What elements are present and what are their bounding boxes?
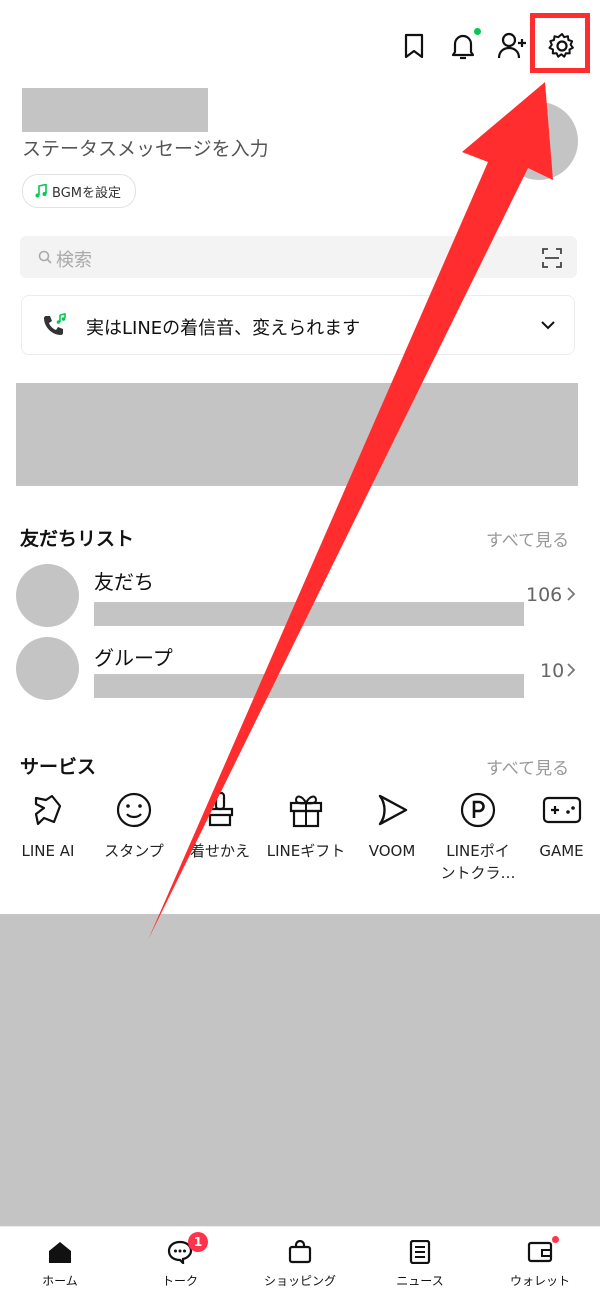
nav-label: ショッピング bbox=[263, 1274, 336, 1288]
shopping-bag-icon bbox=[288, 1239, 312, 1264]
nav-label: ウォレット bbox=[509, 1274, 570, 1288]
nav-wallet[interactable]: ウォレット bbox=[480, 1230, 600, 1296]
nav-news[interactable]: ニュース bbox=[360, 1230, 480, 1296]
home-icon bbox=[49, 1242, 71, 1263]
nav-shopping[interactable]: ショッピング bbox=[240, 1230, 360, 1296]
nav-label: トーク bbox=[161, 1274, 198, 1288]
unread-badge: 1 bbox=[188, 1232, 208, 1252]
wallet-notification-dot bbox=[552, 1236, 559, 1243]
nav-label: ホーム bbox=[42, 1274, 78, 1288]
annotation-arrow bbox=[148, 82, 553, 940]
nav-label: ニュース bbox=[396, 1274, 444, 1288]
news-icon bbox=[409, 1239, 431, 1265]
nav-talk[interactable]: 1 トーク bbox=[120, 1230, 240, 1296]
wallet-icon bbox=[527, 1241, 553, 1263]
nav-home[interactable]: ホーム bbox=[0, 1230, 120, 1296]
